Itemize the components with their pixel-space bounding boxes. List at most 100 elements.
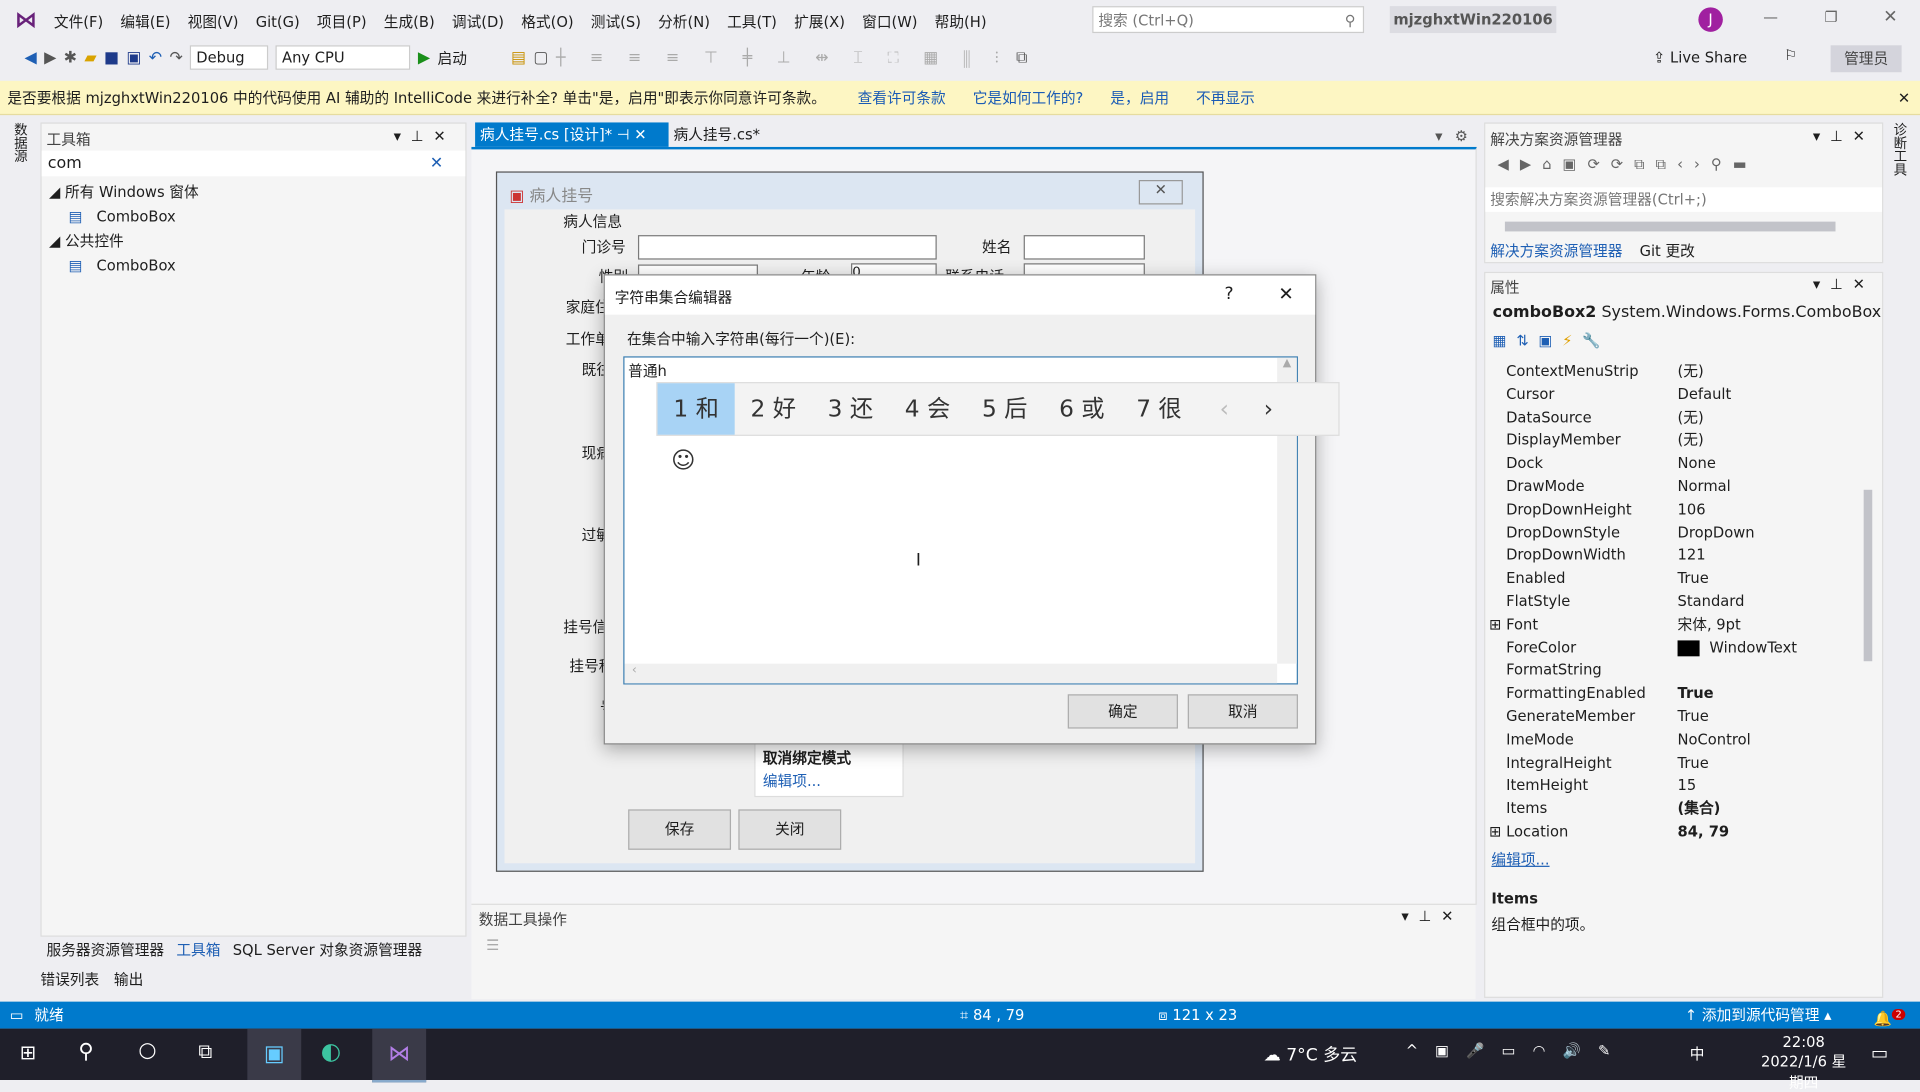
ime-next-icon[interactable]: › xyxy=(1246,383,1290,434)
clock[interactable]: 22:08 2022/1/6 星期四 xyxy=(1761,1033,1847,1092)
property-value[interactable]: 84, 79 xyxy=(1678,820,1730,843)
object-selector[interactable]: comboBox2 System.Windows.Forms.ComboBox xyxy=(1493,304,1882,322)
toolbox-group[interactable]: ◢ 公共控件 xyxy=(49,229,199,253)
menu-project[interactable]: 项目(P) xyxy=(317,13,367,30)
save-icon[interactable]: ■ xyxy=(104,48,119,66)
dialog-close-button[interactable]: ✕ xyxy=(1278,283,1293,305)
start-button[interactable]: 启动 xyxy=(438,47,467,68)
action-center-icon[interactable]: ▭ xyxy=(1871,1042,1888,1064)
property-value[interactable]: DropDown xyxy=(1678,521,1755,544)
ime-candidate[interactable]: 3 还 xyxy=(812,383,889,434)
property-row[interactable]: FormatString xyxy=(1489,659,1861,682)
menu-edit[interactable]: 编辑(E) xyxy=(120,13,170,30)
tab-error-list[interactable]: 错误列表 xyxy=(40,969,99,990)
infobar-close-icon[interactable]: ✕ xyxy=(1898,81,1910,115)
property-row[interactable]: ⊞ Location 84, 79 xyxy=(1489,820,1861,843)
property-value[interactable]: True xyxy=(1678,751,1709,774)
menu-file[interactable]: 文件(F) xyxy=(54,13,103,30)
close-button[interactable]: 关闭 xyxy=(738,809,842,850)
toolbox-search-input[interactable]: com ✕ xyxy=(41,150,466,177)
bring-front-icon[interactable]: ⧉ xyxy=(1016,48,1027,66)
toolbox-item[interactable]: ▤ ComboBox xyxy=(49,204,199,228)
property-row[interactable]: ContextMenuStrip (无) xyxy=(1489,360,1861,383)
expand-icon[interactable]: ⊞ xyxy=(1489,820,1501,843)
property-row[interactable]: FlatStyle Standard xyxy=(1489,590,1861,613)
unbind-mode[interactable]: 取消绑定模式 xyxy=(756,742,903,770)
start-icon[interactable]: ▶ xyxy=(418,48,430,66)
new-project-icon[interactable]: ✱ xyxy=(64,48,77,66)
ime-candidate[interactable]: 5 后 xyxy=(966,383,1043,434)
app-icon[interactable]: ▣ xyxy=(247,1028,302,1081)
config-select[interactable]: Debug xyxy=(190,45,269,70)
tab-solution-explorer[interactable]: 解决方案资源管理器 xyxy=(1490,240,1622,261)
ime-candidate[interactable]: 6 或 xyxy=(1043,383,1120,434)
tab-git-changes[interactable]: Git 更改 xyxy=(1640,240,1695,261)
platform-select[interactable]: Any CPU xyxy=(275,45,411,70)
open-icon[interactable]: ▰ xyxy=(84,48,96,66)
menu-help[interactable]: 帮助(H) xyxy=(935,13,987,30)
weather[interactable]: ☁ 7°C 多云 xyxy=(1264,1042,1358,1066)
folder-search-icon[interactable]: ▤ xyxy=(511,48,526,66)
property-row[interactable]: DropDownStyle DropDown xyxy=(1489,521,1861,544)
property-row[interactable]: ForeColor WindowText xyxy=(1489,636,1861,659)
visual-studio-icon[interactable]: ⋈ xyxy=(372,1028,427,1083)
property-value[interactable]: True xyxy=(1678,682,1714,705)
link-how-it-works[interactable]: 它是如何工作的? xyxy=(973,89,1084,106)
help-button[interactable]: ? xyxy=(1224,284,1233,304)
tab-close-icon[interactable]: ✕ xyxy=(634,126,646,143)
edit-items-link[interactable]: 编辑项... xyxy=(756,770,903,791)
property-row[interactable]: DataSource (无) xyxy=(1489,406,1861,429)
toolbox-panel-controls[interactable]: ▾⊥✕ xyxy=(394,127,456,144)
property-row[interactable]: Enabled True xyxy=(1489,567,1861,590)
back-icon[interactable]: ◀ xyxy=(24,48,36,66)
property-value[interactable]: WindowText xyxy=(1709,636,1797,659)
edit-items-command-link[interactable]: 编辑项... xyxy=(1491,849,1549,870)
name-input[interactable] xyxy=(1023,235,1145,260)
link-dont-show[interactable]: 不再显示 xyxy=(1196,89,1255,106)
menu-window[interactable]: 窗口(W) xyxy=(862,13,917,30)
toolbox-item[interactable]: ▤ ComboBox xyxy=(49,253,199,277)
property-value[interactable]: 宋体, 9pt xyxy=(1678,613,1741,636)
tab-options[interactable]: ▾⚙ xyxy=(1435,127,1480,144)
tab-designer[interactable]: 病人挂号.cs [设计]* ⊣ ✕ xyxy=(475,122,669,147)
minimize-button[interactable]: — xyxy=(1763,9,1778,26)
property-row[interactable]: Cursor Default xyxy=(1489,383,1861,406)
ime-indicator[interactable]: 中 xyxy=(1690,1043,1705,1064)
diagnostics-tab[interactable]: 诊断工具 xyxy=(1892,122,1909,176)
menu-debug[interactable]: 调试(D) xyxy=(452,13,504,30)
se-hscrollbar[interactable] xyxy=(1504,221,1836,232)
form-close-button[interactable]: ✕ xyxy=(1138,180,1183,205)
toolbox-group[interactable]: ◢ 所有 Windows 窗体 xyxy=(49,180,199,204)
tray-icons[interactable]: ^▣🎤▭◠🔊✎ xyxy=(1406,1042,1628,1059)
se-search-input[interactable]: 搜索解决方案资源管理器(Ctrl+;) xyxy=(1485,187,1883,212)
menu-test[interactable]: 测试(S) xyxy=(591,13,641,30)
pin-icon[interactable]: ⊣ xyxy=(617,126,630,143)
forward-icon[interactable]: ▶ xyxy=(44,48,56,66)
property-row[interactable]: ⊞ Font 宋体, 9pt xyxy=(1489,613,1861,636)
maximize-button[interactable]: ❐ xyxy=(1824,9,1837,26)
align-icons[interactable]: ┼ ≡ ≡ ≡ ⊤ ╪ ⊥ ⇹ ⌶ ⛶ ▦ ⫼ ⫶ xyxy=(556,48,1009,66)
property-value[interactable]: (无) xyxy=(1678,360,1704,383)
live-share-button[interactable]: ⇪ Live Share xyxy=(1653,49,1747,66)
expand-icon[interactable]: ⊞ xyxy=(1489,613,1501,636)
property-value[interactable]: (集合) xyxy=(1678,797,1721,820)
redo-icon[interactable]: ↷ xyxy=(169,48,182,66)
save-all-icon[interactable]: ▣ xyxy=(126,48,141,66)
se-panel-controls[interactable]: ▾⊥✕ xyxy=(1813,127,1875,144)
clinic-no-input[interactable] xyxy=(637,235,937,260)
ime-candidate[interactable]: 4 会 xyxy=(889,383,966,434)
link-enable[interactable]: 是，启用 xyxy=(1110,89,1169,106)
undo-icon[interactable]: ↶ xyxy=(149,48,162,66)
cortana-icon[interactable]: ○ xyxy=(138,1038,156,1062)
clear-search-icon[interactable]: ✕ xyxy=(430,151,443,177)
horizontal-scrollbar[interactable]: ‹ xyxy=(624,663,1278,684)
ime-candidate[interactable]: 2 好 xyxy=(735,383,812,434)
ime-prev-icon[interactable]: ‹ xyxy=(1202,383,1246,434)
menu-tools[interactable]: 工具(T) xyxy=(727,13,777,30)
menu-analyze[interactable]: 分析(N) xyxy=(658,13,710,30)
property-value[interactable]: True xyxy=(1678,705,1709,728)
se-toolbar[interactable]: ◀▶⌂▣⟳⟳⧉⧉‹›⚲▬ xyxy=(1498,156,1758,174)
tab-sql-server[interactable]: SQL Server 对象资源管理器 xyxy=(233,939,422,960)
property-row[interactable]: ImeMode NoControl xyxy=(1489,728,1861,751)
property-value[interactable]: NoControl xyxy=(1678,728,1751,751)
